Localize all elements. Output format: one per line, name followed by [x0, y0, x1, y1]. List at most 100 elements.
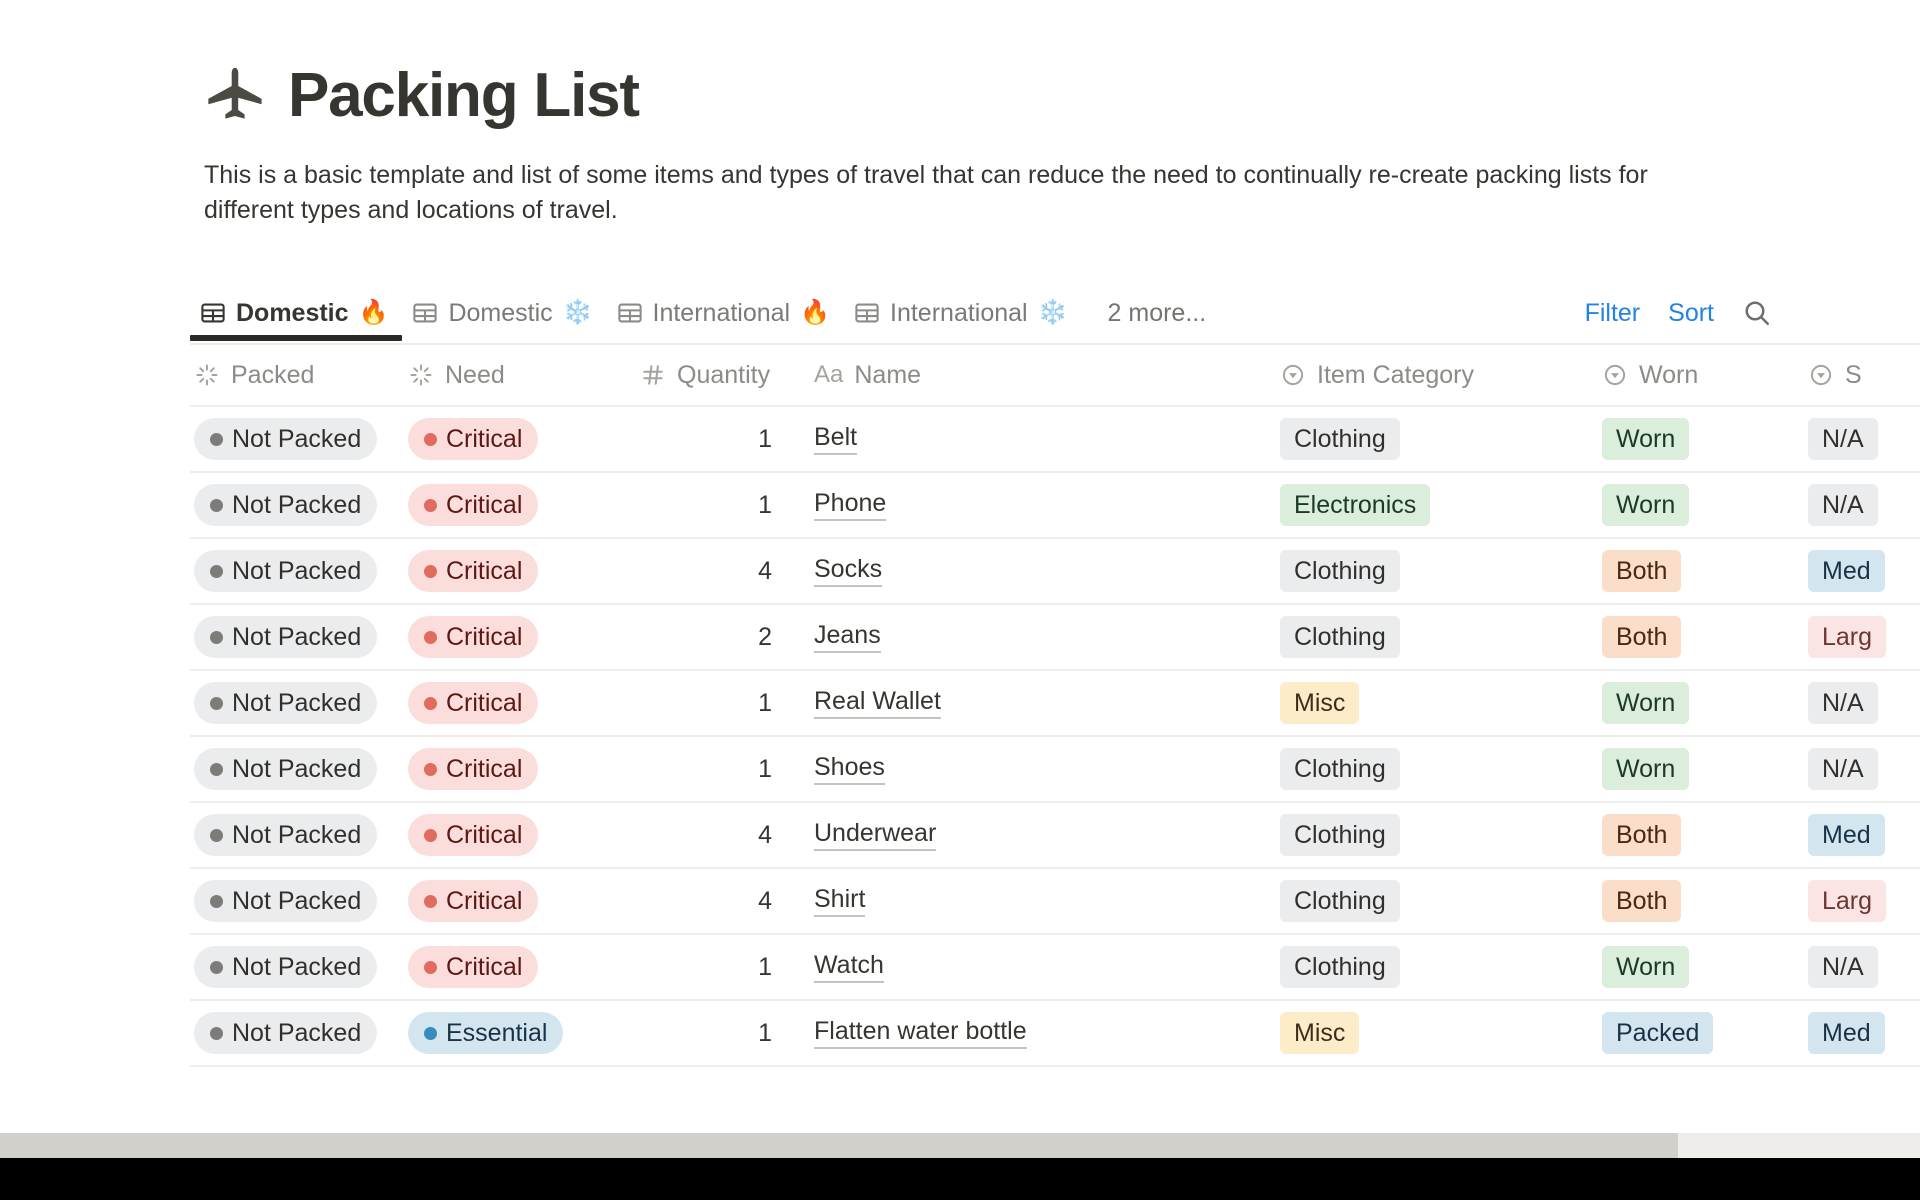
item-name-link[interactable]: Shirt	[814, 885, 866, 917]
cell-packed[interactable]: Not Packed	[190, 1012, 408, 1054]
cell-item-category[interactable]: Clothing	[1280, 418, 1602, 460]
size-tag[interactable]: N/A	[1808, 946, 1878, 988]
cell-name[interactable]: Jeans	[814, 621, 1280, 653]
worn-tag[interactable]: Worn	[1602, 418, 1690, 460]
packed-tag[interactable]: Not Packed	[194, 550, 378, 592]
cell-name[interactable]: Belt	[814, 423, 1280, 455]
category-tag[interactable]: Clothing	[1280, 550, 1400, 592]
category-tag[interactable]: Misc	[1280, 1012, 1360, 1054]
cell-item-category[interactable]: Clothing	[1280, 814, 1602, 856]
need-tag[interactable]: Essential	[408, 1012, 564, 1054]
packed-tag[interactable]: Not Packed	[194, 946, 378, 988]
size-tag[interactable]: N/A	[1808, 748, 1878, 790]
item-name-link[interactable]: Underwear	[814, 819, 937, 851]
table-row[interactable]: Not Packed Critical 2 Jeans Clothing Bot…	[190, 605, 1920, 671]
cell-need[interactable]: Critical	[408, 550, 640, 592]
cell-size[interactable]: N/A	[1808, 418, 1920, 460]
cell-item-category[interactable]: Clothing	[1280, 880, 1602, 922]
packed-tag[interactable]: Not Packed	[194, 814, 378, 856]
column-header-worn[interactable]: Worn	[1602, 361, 1808, 390]
cell-item-category[interactable]: Clothing	[1280, 946, 1602, 988]
cell-size[interactable]: N/A	[1808, 484, 1920, 526]
need-tag[interactable]: Critical	[408, 484, 539, 526]
worn-tag[interactable]: Packed	[1602, 1012, 1714, 1054]
cell-need[interactable]: Critical	[408, 682, 640, 724]
cell-size[interactable]: N/A	[1808, 748, 1920, 790]
size-tag[interactable]: Larg	[1808, 880, 1887, 922]
cell-need[interactable]: Critical	[408, 880, 640, 922]
category-tag[interactable]: Clothing	[1280, 946, 1400, 988]
table-row[interactable]: Not Packed Critical 1 Phone Electronics …	[190, 473, 1920, 539]
size-tag[interactable]: N/A	[1808, 484, 1878, 526]
table-row[interactable]: Not Packed Critical 1 Belt Clothing Worn…	[190, 407, 1920, 473]
cell-item-category[interactable]: Misc	[1280, 1012, 1602, 1054]
tab-domestic-hot[interactable]: Domestic 🔥	[190, 287, 403, 341]
cell-quantity[interactable]: 1	[640, 1019, 814, 1048]
need-tag[interactable]: Critical	[408, 682, 539, 724]
cell-size[interactable]: N/A	[1808, 682, 1920, 724]
cell-worn[interactable]: Both	[1602, 814, 1808, 856]
cell-packed[interactable]: Not Packed	[190, 814, 408, 856]
cell-item-category[interactable]: Misc	[1280, 682, 1602, 724]
cell-quantity[interactable]: 4	[640, 557, 814, 586]
need-tag[interactable]: Critical	[408, 418, 539, 460]
need-tag[interactable]: Critical	[408, 946, 539, 988]
cell-need[interactable]: Critical	[408, 814, 640, 856]
cell-name[interactable]: Shirt	[814, 885, 1280, 917]
packed-tag[interactable]: Not Packed	[194, 484, 378, 526]
cell-quantity[interactable]: 4	[640, 887, 814, 916]
table-row[interactable]: Not Packed Essential 1 Flatten water bot…	[190, 1001, 1920, 1067]
cell-packed[interactable]: Not Packed	[190, 616, 408, 658]
cell-worn[interactable]: Worn	[1602, 418, 1808, 460]
table-row[interactable]: Not Packed Critical 4 Socks Clothing Bot…	[190, 539, 1920, 605]
category-tag[interactable]: Clothing	[1280, 748, 1400, 790]
size-tag[interactable]: Med	[1808, 1012, 1885, 1054]
item-name-link[interactable]: Real Wallet	[814, 687, 941, 719]
column-header-packed[interactable]: Packed	[190, 361, 408, 390]
cell-packed[interactable]: Not Packed	[190, 550, 408, 592]
cell-need[interactable]: Critical	[408, 418, 640, 460]
tab-international-hot[interactable]: International 🔥	[607, 287, 845, 339]
tab-international-cold[interactable]: International ❄️	[844, 287, 1082, 339]
category-tag[interactable]: Clothing	[1280, 616, 1400, 658]
cell-quantity[interactable]: 1	[640, 953, 814, 982]
need-tag[interactable]: Critical	[408, 814, 539, 856]
cell-worn[interactable]: Worn	[1602, 682, 1808, 724]
cell-size[interactable]: Larg	[1808, 880, 1920, 922]
worn-tag[interactable]: Both	[1602, 550, 1682, 592]
worn-tag[interactable]: Worn	[1602, 748, 1690, 790]
filter-button[interactable]: Filter	[1585, 299, 1641, 328]
cell-name[interactable]: Underwear	[814, 819, 1280, 851]
category-tag[interactable]: Clothing	[1280, 814, 1400, 856]
cell-need[interactable]: Critical	[408, 616, 640, 658]
table-row[interactable]: Not Packed Critical 1 Shoes Clothing Wor…	[190, 737, 1920, 803]
cell-packed[interactable]: Not Packed	[190, 682, 408, 724]
column-header-name[interactable]: Aa Name	[814, 361, 1280, 390]
sort-button[interactable]: Sort	[1668, 299, 1714, 328]
cell-packed[interactable]: Not Packed	[190, 748, 408, 790]
column-header-need[interactable]: Need	[408, 361, 640, 390]
cell-name[interactable]: Shoes	[814, 753, 1280, 785]
cell-quantity[interactable]: 1	[640, 491, 814, 520]
cell-packed[interactable]: Not Packed	[190, 418, 408, 460]
cell-need[interactable]: Critical	[408, 484, 640, 526]
item-name-link[interactable]: Flatten water bottle	[814, 1017, 1027, 1049]
item-name-link[interactable]: Socks	[814, 555, 883, 587]
item-name-link[interactable]: Belt	[814, 423, 858, 455]
tab-domestic-cold[interactable]: Domestic ❄️	[402, 287, 606, 339]
category-tag[interactable]: Misc	[1280, 682, 1360, 724]
horizontal-scrollbar-thumb[interactable]	[0, 1133, 1678, 1158]
cell-worn[interactable]: Worn	[1602, 484, 1808, 526]
cell-worn[interactable]: Both	[1602, 616, 1808, 658]
category-tag[interactable]: Clothing	[1280, 880, 1400, 922]
need-tag[interactable]: Critical	[408, 880, 539, 922]
column-header-item-category[interactable]: Item Category	[1280, 361, 1602, 390]
worn-tag[interactable]: Both	[1602, 814, 1682, 856]
cell-name[interactable]: Watch	[814, 951, 1280, 983]
packed-tag[interactable]: Not Packed	[194, 616, 378, 658]
cell-quantity[interactable]: 1	[640, 425, 814, 454]
category-tag[interactable]: Clothing	[1280, 418, 1400, 460]
cell-need[interactable]: Essential	[408, 1012, 640, 1054]
cell-size[interactable]: Med	[1808, 550, 1920, 592]
cell-item-category[interactable]: Clothing	[1280, 550, 1602, 592]
